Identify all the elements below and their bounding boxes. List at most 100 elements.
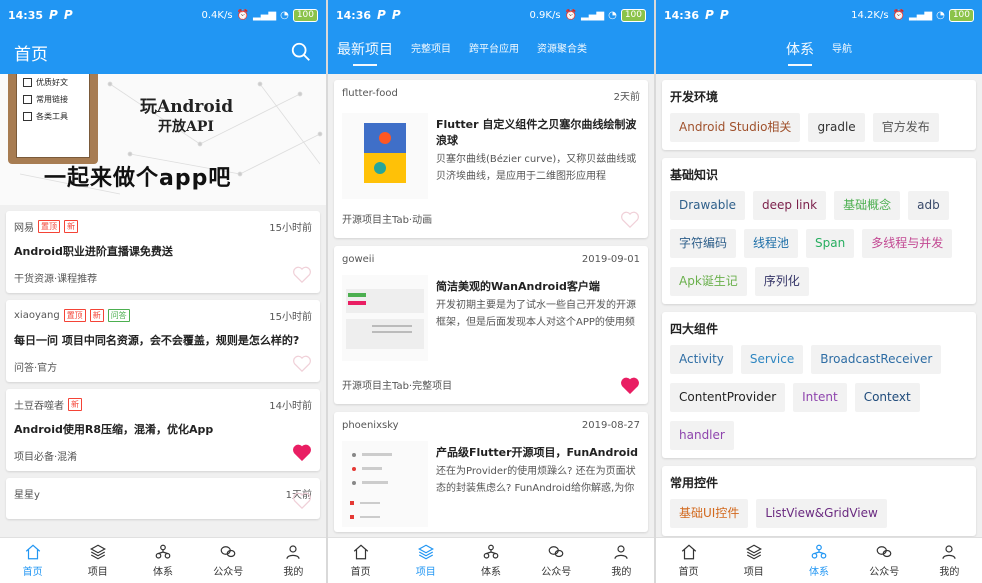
nav-system[interactable]: 体系 [458, 538, 523, 583]
nav-wechat[interactable]: 公众号 [196, 538, 261, 583]
category-chip[interactable]: adb [908, 191, 949, 220]
notification-icon: P [391, 8, 401, 22]
category-chip[interactable]: 序列化 [754, 267, 809, 296]
category-chip[interactable]: 线程池 [744, 229, 799, 258]
article-author: xiaoyang [14, 310, 60, 321]
page-title: 首页 [14, 44, 48, 65]
favorite-heart-icon[interactable] [292, 443, 312, 461]
banner[interactable]: 优质好文 常用链接 各类工具 玩Android 开放API 一起来做个app吧 [0, 74, 326, 205]
article-chapter: 项目必备·混淆 [14, 452, 78, 463]
article-card[interactable]: xiaoyang 置顶新问答 15小时前 每日一问 项目中同名资源，会不会覆盖，规… [6, 300, 320, 382]
tab-navigation[interactable]: 导航 [823, 30, 861, 74]
article-card[interactable]: 土豆吞噬者新 14小时前 Android使用R8压缩，混淆，优化App 项目必备… [6, 389, 320, 471]
chat-icon [548, 546, 564, 558]
home-icon [681, 544, 696, 560]
nav-label: 我的 [611, 567, 632, 578]
battery-icon: 100 [620, 8, 646, 22]
category-chip[interactable]: Service [740, 345, 804, 374]
favorite-heart-icon[interactable] [292, 354, 312, 372]
category-chip[interactable]: Context [854, 383, 920, 412]
search-icon[interactable] [290, 41, 312, 63]
status-time: 14:36 [664, 8, 700, 22]
category-chip[interactable]: 官方发布 [872, 113, 939, 142]
article-author: 星星y [14, 490, 40, 501]
nav-label: 我的 [283, 567, 304, 578]
category-card: 四大组件 Activity Service BroadcastReceiver Cont… [662, 312, 976, 458]
app-bar: 首页 [0, 30, 326, 74]
battery-icon: 100 [948, 8, 974, 22]
home-icon [25, 544, 40, 560]
banner-line2: 开放API [158, 119, 214, 135]
project-desc: 贝塞尔曲线(Bézier curve)，又称贝兹曲线或贝济埃曲线，是应用于二维图… [436, 154, 637, 182]
project-card[interactable]: flutter-food 2天前 Flutter 自定义组件之贝塞尔曲线绘制波浪… [334, 80, 648, 238]
category-chip[interactable]: Android Studio相关 [670, 113, 801, 142]
category-chip[interactable]: Intent [793, 383, 847, 412]
nav-mine[interactable]: 我的 [589, 538, 654, 583]
nav-label: 公众号 [213, 567, 244, 578]
category-chip[interactable]: handler [670, 421, 734, 450]
checklist-item: 优质好文 [23, 77, 89, 88]
tab-system[interactable]: 体系 [777, 30, 823, 74]
bottom-nav: 首页 项目 体系 公众号 我的 [656, 537, 982, 583]
category-title: 基础知识 [670, 168, 719, 182]
nav-label: 首页 [678, 567, 699, 578]
tab-cross-platform[interactable]: 跨平台应用 [460, 30, 528, 74]
article-card[interactable]: 网易 置顶新 15小时前 Android职业进阶直播课免费送 干货资源·课程推荐 [6, 211, 320, 293]
project-card[interactable]: phoenixsky 2019-08-27 产品级Flutter开源项目，Fun… [334, 412, 648, 532]
nav-home[interactable]: 首页 [328, 538, 393, 583]
nav-mine[interactable]: 我的 [917, 538, 982, 583]
category-chip[interactable]: 基础UI控件 [670, 499, 749, 528]
article-time: 15小时前 [269, 312, 312, 323]
nav-project[interactable]: 项目 [393, 538, 458, 583]
category-chip[interactable]: Activity [670, 345, 733, 374]
nav-wechat[interactable]: 公众号 [524, 538, 589, 583]
category-chip[interactable]: gradle [808, 113, 865, 142]
category-chip[interactable]: 多线程与并发 [862, 229, 953, 258]
bottom-nav: 首页 项目 体系 公众号 我的 [0, 537, 326, 583]
category-chip[interactable]: ListView&GridView [756, 499, 887, 528]
user-icon [614, 545, 629, 559]
category-chip[interactable]: Span [806, 229, 855, 258]
project-author: flutter-food [342, 88, 398, 99]
category-chip[interactable]: BroadcastReceiver [811, 345, 942, 374]
category-chip[interactable]: 字符编码 [670, 229, 737, 258]
favorite-heart-icon[interactable] [292, 491, 312, 509]
tab-latest-projects[interactable]: 最新项目 [328, 30, 402, 74]
alarm-icon: ⏰ [236, 9, 249, 21]
checklist: 优质好文 常用链接 各类工具 [16, 74, 90, 158]
favorite-heart-icon[interactable] [620, 376, 640, 394]
article-tag: 新 [64, 220, 78, 233]
notification-icon: P [49, 8, 58, 22]
category-chip[interactable]: Apk诞生记 [670, 267, 747, 296]
article-title: Android使用R8压缩，混淆，优化App [14, 423, 214, 436]
nav-mine[interactable]: 我的 [261, 538, 326, 583]
project-chapter: 开源项目主Tab·完整项目 [342, 381, 453, 392]
nav-home[interactable]: 首页 [656, 538, 721, 583]
nav-system[interactable]: 体系 [130, 538, 195, 583]
category-chip[interactable]: ContentProvider [670, 383, 786, 412]
category-chip[interactable]: Drawable [670, 191, 746, 220]
category-list: 开发环境 Android Studio相关 gradle 官方发布 基础知识 Drawab… [656, 80, 982, 536]
status-bar: 14:36 P P 14.2K/s ⏰ ▂▄▆ ◔ 100 [656, 0, 982, 30]
nav-project[interactable]: 项目 [721, 538, 786, 583]
project-card[interactable]: goweii 2019-09-01 简洁美观的WanAndroid客户端 开发初… [334, 246, 648, 404]
nav-home[interactable]: 首页 [0, 538, 65, 583]
article-tag: 置顶 [63, 309, 86, 322]
signal-icon: ▂▄▆ [581, 9, 605, 21]
article-time: 15小时前 [269, 223, 312, 234]
project-thumbnail [342, 441, 428, 527]
favorite-heart-icon[interactable] [292, 265, 312, 283]
tab-complete-projects[interactable]: 完整项目 [402, 30, 460, 74]
article-card[interactable]: 星星y 1天前 [6, 478, 320, 519]
nav-label: 体系 [153, 567, 173, 578]
status-time: 14:36 [336, 8, 372, 22]
category-chip[interactable]: 基础概念 [834, 191, 901, 220]
nav-project[interactable]: 项目 [65, 538, 130, 583]
favorite-heart-icon[interactable] [620, 210, 640, 228]
hierarchy-icon [811, 544, 827, 559]
nav-system[interactable]: 体系 [786, 538, 851, 583]
tab-resource-aggregation[interactable]: 资源聚合类 [528, 30, 596, 74]
nav-wechat[interactable]: 公众号 [852, 538, 917, 583]
alarm-icon: ⏰ [892, 9, 905, 21]
category-chip[interactable]: deep link [753, 191, 827, 220]
